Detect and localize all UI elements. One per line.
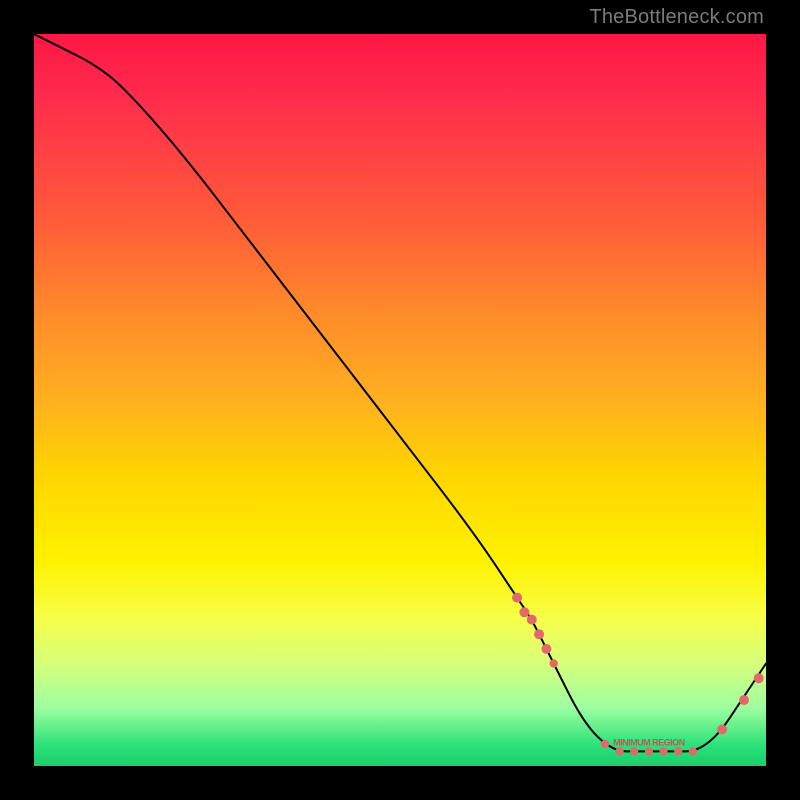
marker-point [754, 673, 764, 683]
marker-point [689, 747, 697, 755]
marker-point [630, 747, 638, 755]
watermark-text: TheBottleneck.com [589, 6, 764, 29]
plot-area: MINIMUM REGION [34, 34, 766, 766]
marker-point [645, 747, 653, 755]
chart-frame: MINIMUM REGION TheBottleneck.com [0, 0, 800, 800]
flat-region-label: MINIMUM REGION [613, 737, 685, 747]
bottleneck-curve [34, 34, 766, 751]
marker-group [512, 593, 764, 756]
marker-point [519, 607, 529, 617]
marker-point [717, 724, 727, 734]
marker-point [601, 740, 609, 748]
marker-point [659, 747, 667, 755]
marker-point [534, 629, 544, 639]
curve-layer: MINIMUM REGION [34, 34, 766, 766]
marker-point [527, 615, 537, 625]
marker-point [674, 747, 682, 755]
marker-point [739, 695, 749, 705]
marker-point [541, 644, 551, 654]
marker-point [550, 659, 558, 667]
marker-point [512, 593, 522, 603]
marker-point [615, 747, 623, 755]
